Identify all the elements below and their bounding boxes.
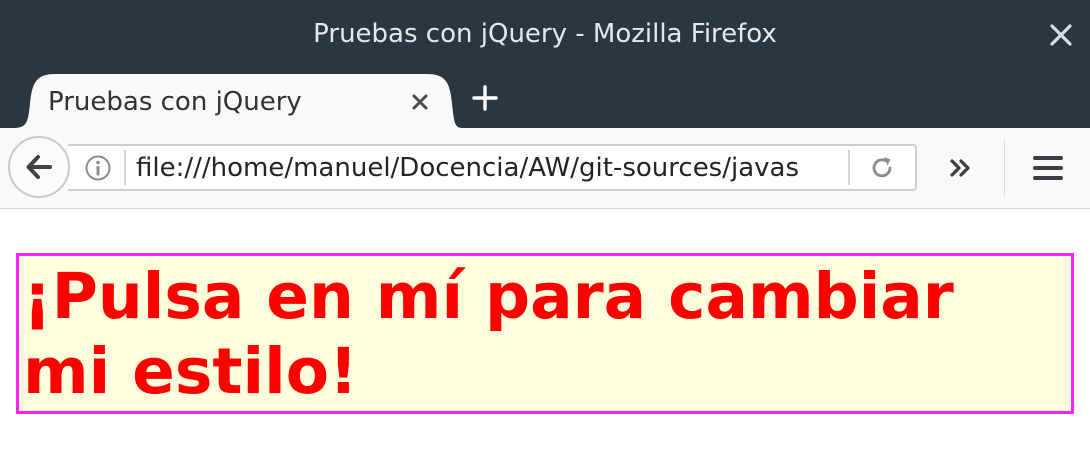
clickable-style-box[interactable]: ¡Pulsa en mí para cambiar mi estilo! [16,253,1074,414]
back-button[interactable] [8,136,70,198]
new-tab-plus-icon[interactable] [470,83,500,113]
info-icon[interactable] [84,154,112,182]
chevron-double-right-icon[interactable] [946,152,978,184]
clickable-text: ¡Pulsa en mí para cambiar mi estilo! [23,260,954,408]
tab-pruebas-jquery[interactable]: Pruebas con jQuery [14,74,462,128]
firefox-window: Pruebas con jQuery - Mozilla Firefox Pru… [0,0,1090,462]
hamburger-menu-icon[interactable] [1030,150,1066,186]
tab-close-icon[interactable] [410,92,430,112]
reload-icon[interactable] [868,154,896,182]
window-close-icon[interactable] [1046,20,1076,50]
url-divider-right [848,150,850,185]
back-arrow-icon [26,155,52,179]
tab-strip: Pruebas con jQuery [0,68,1090,128]
url-input[interactable] [136,151,836,185]
toolbar-divider [1004,140,1005,196]
url-bar[interactable] [68,144,917,191]
tab-label: Pruebas con jQuery [48,87,302,117]
title-bar: Pruebas con jQuery - Mozilla Firefox [0,0,1090,68]
page-content: ¡Pulsa en mí para cambiar mi estilo! [0,209,1090,462]
url-divider [124,150,126,185]
navigation-toolbar [0,128,1090,209]
window-title: Pruebas con jQuery - Mozilla Firefox [313,19,777,49]
